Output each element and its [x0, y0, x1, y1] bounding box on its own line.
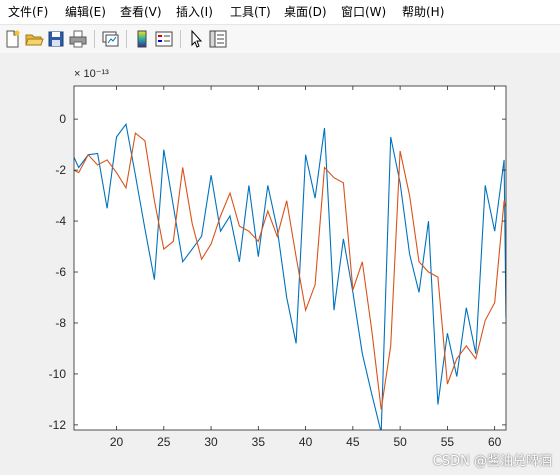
- menu-desktop[interactable]: 桌面(D): [282, 3, 329, 21]
- line-chart: 20 25 30 35 40 45 50 55 60 0 -2 -4 -6 -8 -10 -12 × 10⁻¹³: [49, 68, 507, 449]
- y-tick-label: 0: [59, 112, 66, 126]
- x-tick-label: 35: [252, 435, 266, 449]
- x-tick-label: 25: [157, 435, 171, 449]
- y-tick-label: -2: [55, 163, 66, 177]
- x-tick-label: 50: [393, 435, 407, 449]
- toolbar-separator: [94, 30, 95, 48]
- property-editor-icon[interactable]: [208, 29, 228, 49]
- menu-file[interactable]: 文件(F): [6, 3, 50, 21]
- open-folder-icon[interactable]: [24, 29, 44, 49]
- x-tick-label: 20: [110, 435, 124, 449]
- figure-toolbar: [0, 24, 560, 54]
- menu-bar: 文件(F) 编辑(E) 查看(V) 插入(I) 工具(T) 桌面(D) 窗口(W) 帮助(H): [0, 0, 560, 24]
- x-tick-label: 30: [204, 435, 218, 449]
- y-tick-label: -10: [49, 367, 67, 381]
- watermark: CSDN @酱油兑啤酒: [432, 454, 552, 469]
- figure-canvas: 20 25 30 35 40 45 50 55 60 0 -2 -4 -6 -8 -10 -12 × 10⁻¹³: [0, 53, 560, 475]
- menu-insert[interactable]: 插入(I): [174, 3, 215, 21]
- y-tick-label: -12: [49, 418, 67, 432]
- x-tick-label: 40: [299, 435, 313, 449]
- pointer-arrow-icon[interactable]: [186, 29, 206, 49]
- menu-edit[interactable]: 编辑(E): [63, 3, 108, 21]
- toolbar-separator: [126, 30, 127, 48]
- link-plot-icon[interactable]: [100, 29, 120, 49]
- y-tick-label: -6: [55, 265, 66, 279]
- x-tick-label: 60: [488, 435, 502, 449]
- print-icon[interactable]: [68, 29, 88, 49]
- y-tick-label: -8: [55, 316, 66, 330]
- save-disk-icon[interactable]: [46, 29, 66, 49]
- menu-view[interactable]: 查看(V): [118, 3, 164, 21]
- y-tick-label: -4: [55, 214, 66, 228]
- colorbar-icon[interactable]: [132, 29, 152, 49]
- menu-window[interactable]: 窗口(W): [339, 3, 388, 21]
- x-tick-label: 45: [346, 435, 360, 449]
- menu-tools[interactable]: 工具(T): [228, 3, 273, 21]
- legend-icon[interactable]: [154, 29, 174, 49]
- new-figure-icon[interactable]: [2, 29, 22, 49]
- menu-help[interactable]: 帮助(H): [400, 3, 446, 21]
- x-tick-label: 55: [441, 435, 455, 449]
- toolbar-separator: [180, 30, 181, 48]
- y-exponent-label: × 10⁻¹³: [74, 68, 109, 80]
